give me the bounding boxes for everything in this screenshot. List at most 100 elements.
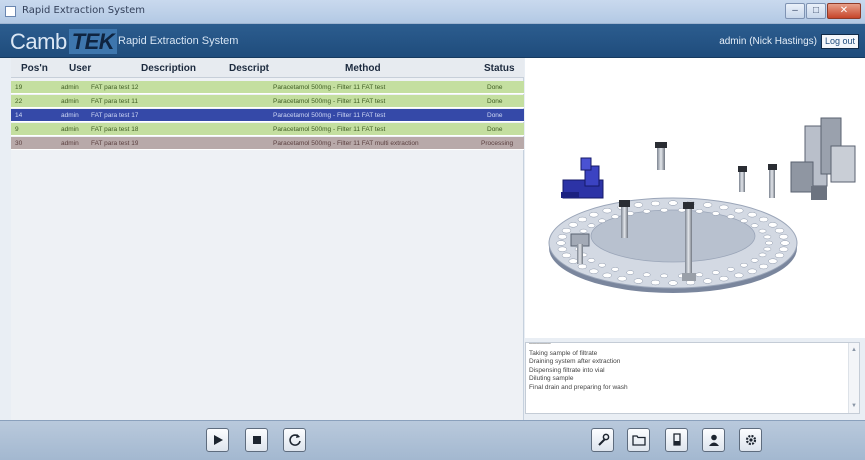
log-truncated-line: –––––– xyxy=(529,340,551,347)
sample-hole xyxy=(557,246,568,252)
sample-hole xyxy=(602,207,612,214)
bottom-toolbar xyxy=(0,420,865,460)
methods-button[interactable] xyxy=(665,428,688,452)
sample-hole xyxy=(758,228,767,234)
sample-hole xyxy=(556,240,566,246)
files-button[interactable] xyxy=(627,428,650,452)
sample-hole xyxy=(711,211,720,216)
log-line: Draining system after extraction xyxy=(529,358,621,366)
column-header-status[interactable]: Status xyxy=(484,63,515,74)
sample-hole xyxy=(702,202,713,208)
sample-hole xyxy=(740,218,748,223)
app-header: Camb TEK Rapid Extraction System admin (N… xyxy=(0,24,865,58)
sample-hole xyxy=(758,263,769,270)
cell-position: 9 xyxy=(15,126,19,133)
sample-hole xyxy=(617,275,627,282)
logo-text-tek: TEK xyxy=(68,29,118,54)
cell-description: FAT para test 11 xyxy=(91,98,138,105)
sample-hole xyxy=(568,222,578,228)
sample-hole xyxy=(740,263,748,268)
sample-hole xyxy=(758,216,769,223)
cell-position: 30 xyxy=(15,140,23,147)
sample-hole xyxy=(668,200,678,206)
table-row-selected[interactable]: 14 admin FAT para test 17 Paracetamol 50… xyxy=(11,109,524,122)
sample-hole xyxy=(768,222,778,228)
minimize-button[interactable]: – xyxy=(785,3,805,19)
sample-hole xyxy=(587,258,596,263)
cell-method: Paracetamol 500mg - Filter 11 FAT test xyxy=(273,126,386,133)
sample-hole xyxy=(765,240,773,246)
sample-hole xyxy=(561,227,572,234)
settings-button[interactable] xyxy=(739,428,762,452)
maximize-button[interactable]: □ xyxy=(806,3,826,19)
window-title: Rapid Extraction System xyxy=(22,5,146,16)
cell-status: Done xyxy=(487,126,503,133)
cell-description: FAT para test 19 xyxy=(91,140,139,147)
wrench-icon xyxy=(597,433,609,446)
sample-hole xyxy=(589,268,599,274)
cell-status: Processing xyxy=(481,140,514,147)
window-controls: – □ ✕ xyxy=(785,3,861,19)
column-header-descript[interactable]: Descript xyxy=(229,63,269,74)
user-icon xyxy=(708,434,719,446)
refresh-button[interactable] xyxy=(283,428,306,452)
sample-hole xyxy=(711,270,720,275)
process-log[interactable]: –––––– Taking sample of filtrate Drainin… xyxy=(525,340,860,414)
sample-hole xyxy=(727,214,735,219)
refresh-icon xyxy=(288,434,301,446)
log-scrollbar[interactable]: ▲ ▼ xyxy=(848,343,859,413)
sample-hole xyxy=(579,228,588,234)
sample-hole xyxy=(650,279,661,286)
sample-hole xyxy=(598,263,606,268)
sample-hole xyxy=(561,252,572,259)
sample-hole xyxy=(633,202,644,208)
log-line: Final drain and preparing for wash xyxy=(529,383,628,391)
close-button[interactable]: ✕ xyxy=(827,3,861,19)
window-titlebar: Rapid Extraction System – □ ✕ xyxy=(0,0,865,24)
sample-hole xyxy=(719,204,729,211)
stop-button[interactable] xyxy=(245,428,268,452)
app-window: Rapid Extraction System – □ ✕ Camb TEK Ra… xyxy=(0,0,865,460)
sample-hole xyxy=(577,216,588,223)
cell-position: 22 xyxy=(15,98,23,105)
users-button[interactable] xyxy=(702,428,725,452)
cell-user: admin xyxy=(61,98,79,105)
cell-status: Done xyxy=(487,112,503,119)
cell-user: admin xyxy=(61,140,79,147)
sample-hole xyxy=(598,218,606,223)
sample-hole xyxy=(557,234,568,240)
cell-description: FAT para test 12 xyxy=(91,84,139,91)
table-row[interactable]: 9 admin FAT para test 18 Paracetamol 500… xyxy=(11,123,524,136)
logo: Camb TEK xyxy=(10,29,118,55)
table-row-processing[interactable]: 30 admin FAT para test 19 Paracetamol 50… xyxy=(11,137,524,150)
play-icon xyxy=(213,435,223,445)
cell-method: Paracetamol 500mg - Filter 11 FAT test xyxy=(273,112,386,119)
sample-hole xyxy=(778,234,789,240)
logout-button[interactable]: Log out xyxy=(821,34,859,49)
carousel-3d-view[interactable] xyxy=(525,58,865,338)
carousel-illustration xyxy=(548,117,856,293)
maintenance-button[interactable] xyxy=(591,428,614,452)
sample-hole xyxy=(778,246,789,252)
sample-hole xyxy=(660,207,668,213)
gear-icon xyxy=(745,434,756,446)
column-header-method[interactable]: Method xyxy=(345,63,381,74)
table-row[interactable]: 19 admin FAT para test 12 Paracetamol 50… xyxy=(11,81,524,94)
scroll-up-icon[interactable]: ▲ xyxy=(851,346,857,354)
stop-icon xyxy=(252,436,261,444)
cell-position: 14 xyxy=(15,112,23,119)
start-button[interactable] xyxy=(206,428,229,452)
robot-arm-icon xyxy=(561,157,604,199)
logo-text-camb: Camb xyxy=(10,29,67,54)
column-header-position[interactable]: Pos'n xyxy=(21,63,48,74)
sample-hole xyxy=(750,258,759,263)
scroll-down-icon[interactable]: ▼ xyxy=(851,402,857,410)
column-header-user[interactable]: User xyxy=(69,63,91,74)
sample-hole xyxy=(611,214,619,219)
column-header-description[interactable]: Description xyxy=(141,63,196,74)
cell-status: Done xyxy=(487,84,503,91)
sample-hole xyxy=(633,278,644,284)
sample-hole xyxy=(734,272,744,279)
sample-hole xyxy=(602,272,612,279)
table-row[interactable]: 22 admin FAT para test 11 Paracetamol 50… xyxy=(11,95,524,108)
